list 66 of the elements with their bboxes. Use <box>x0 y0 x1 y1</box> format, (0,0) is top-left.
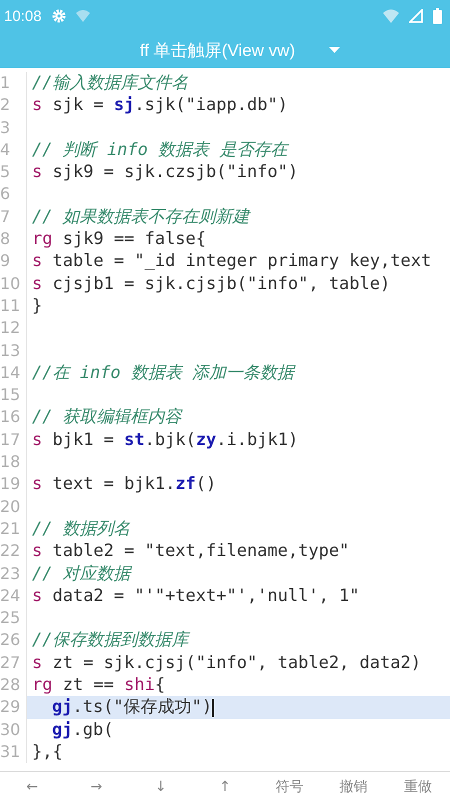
code-line: // 如果数据表不存在则新建 <box>31 206 252 228</box>
toolbar-key[interactable]: ↑ <box>192 778 258 794</box>
code-line: // 对应数据 <box>31 562 134 585</box>
code-line: // 判断 info 数据表 是否存在 <box>31 138 290 162</box>
status-time: 10:08 <box>4 8 42 24</box>
code-line: s sjk9 = sjk.czsjb("info") <box>31 161 300 184</box>
line-number: 25 <box>0 607 27 630</box>
signal-icon <box>409 9 423 23</box>
dropdown-arrow-icon[interactable] <box>329 47 340 53</box>
code-line: s sjk = sj.sjk("iapp.db") <box>31 94 289 117</box>
toolbar-key[interactable]: 重做 <box>386 778 450 796</box>
code-line: s data2 = "'"+text+"','null', 1" <box>31 584 361 608</box>
line-number: 26 <box>0 629 27 652</box>
code-line: s table2 = "text,filename,type" <box>31 540 350 563</box>
code-line: s text = bjk1.zf() <box>31 473 218 496</box>
line-number: 16 <box>0 406 27 429</box>
code-line: // 获取编辑框内容 <box>31 406 184 429</box>
line-number: 21 <box>0 518 27 540</box>
code-line: s table = "_id integer primary key,text <box>31 250 432 273</box>
code-line: //输入数据库文件名 <box>31 72 190 94</box>
line-number: 10 <box>0 272 27 295</box>
line-number: 19 <box>0 473 27 496</box>
battery-icon <box>433 8 442 24</box>
line-number: 14 <box>0 362 27 384</box>
line-number: 24 <box>0 584 27 608</box>
code-line: s cjsjb1 = sjk.cjsjb("info", table) <box>31 272 392 295</box>
wifi-icon <box>383 9 399 23</box>
toolbar-key[interactable]: ← <box>0 778 64 794</box>
line-number: 18 <box>0 451 27 474</box>
line-number: 3 <box>0 116 27 139</box>
code-line: } <box>31 294 44 318</box>
line-number: 31 <box>0 740 27 764</box>
line-number: 20 <box>0 496 27 518</box>
line-number: 4 <box>0 138 27 162</box>
code-line: rg zt == shi{ <box>31 674 166 696</box>
line-number: 13 <box>0 340 27 362</box>
code-line: gj.gb( <box>51 718 114 741</box>
code-line: //在 info 数据表 添加一条数据 <box>31 362 297 384</box>
code-line: rg sjk9 == false{ <box>31 228 208 250</box>
code-line: // 数据列名 <box>31 518 132 540</box>
toolbar-key[interactable]: → <box>64 778 129 794</box>
gear-icon <box>52 9 66 23</box>
line-number: 12 <box>0 317 27 340</box>
line-number: 22 <box>0 540 27 563</box>
line-number: 7 <box>0 206 27 228</box>
line-number: 9 <box>0 250 27 273</box>
line-number: 5 <box>0 161 27 184</box>
code-line: s zt = sjk.cjsj("info", table2, data2) <box>31 652 422 674</box>
line-number: 1 <box>0 72 27 94</box>
line-number: 30 <box>0 718 27 741</box>
line-number: 27 <box>0 652 27 674</box>
line-number: 6 <box>0 183 27 206</box>
toolbar-key[interactable]: 撤销 <box>321 778 386 796</box>
line-number: 28 <box>0 674 27 696</box>
line-number: 11 <box>0 294 27 318</box>
code-line: },{ <box>31 740 64 764</box>
line-number: 15 <box>0 384 27 406</box>
line-number: 8 <box>0 228 27 250</box>
toolbar-key[interactable]: 符号 <box>257 778 322 796</box>
code-line: s bjk1 = st.bjk(zy.i.bjk1) <box>31 428 300 452</box>
line-number: 23 <box>0 562 27 585</box>
code-line: //保存数据到数据库 <box>31 629 192 652</box>
toolbar-key[interactable]: ↓ <box>128 778 193 794</box>
wifi-icon <box>76 10 90 22</box>
line-number: 2 <box>0 94 27 117</box>
line-number: 17 <box>0 428 27 452</box>
